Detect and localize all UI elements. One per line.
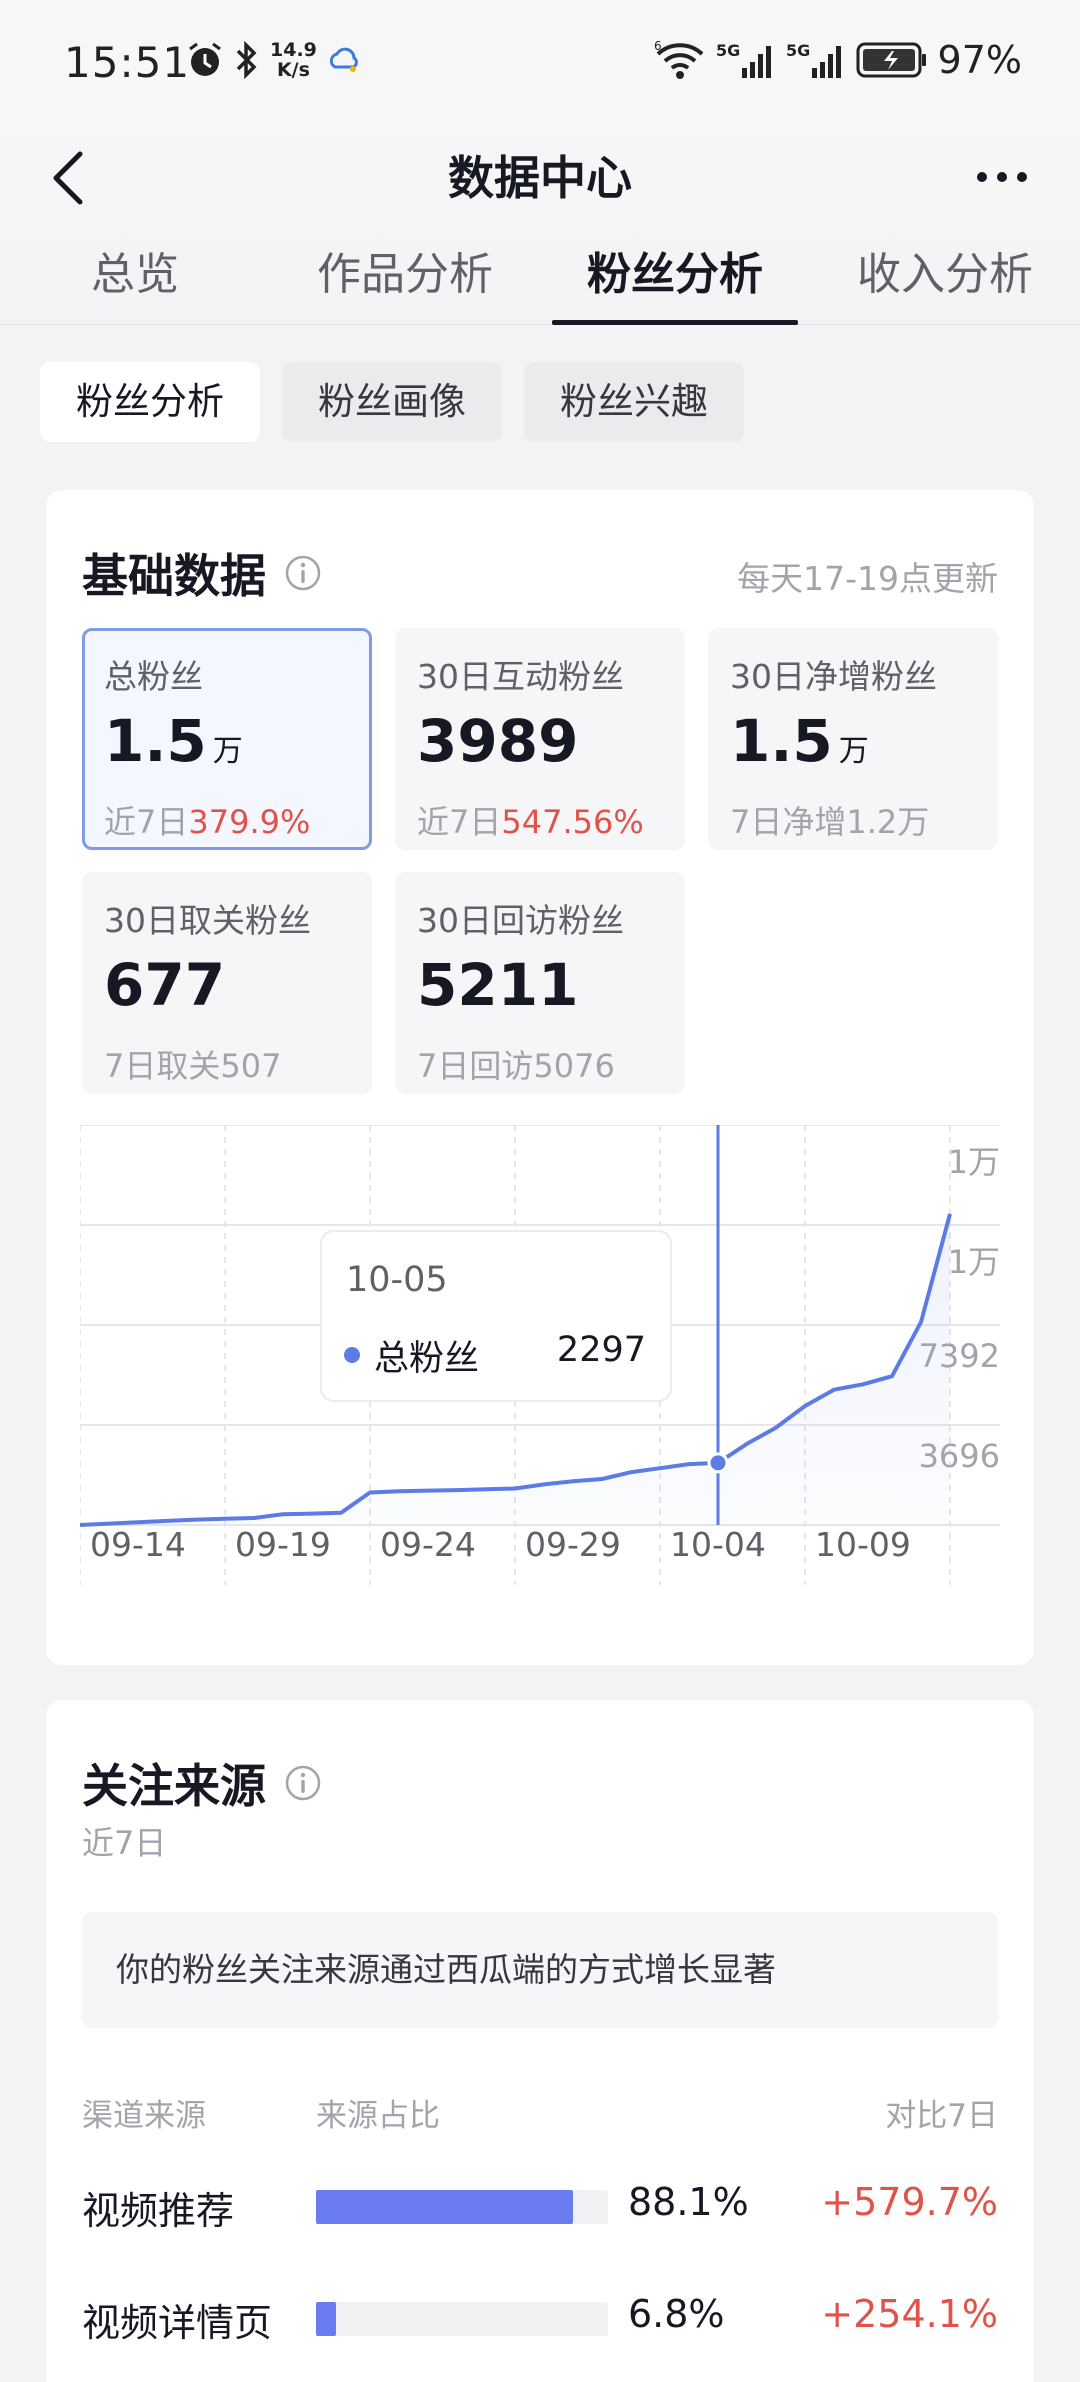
metric-sub: 近7日379.9% [104,803,311,841]
metric-total-fans[interactable]: 总粉丝 1.5 万 近7日379.9% [82,628,372,850]
tab-overview[interactable]: 总览 [0,220,270,325]
insight-banner: 你的粉丝关注来源通过西瓜端的方式增长显著 [82,1912,998,2028]
tooltip-series-name: 总粉丝 [374,1339,480,1379]
metric-value: 1.5 万 [104,707,243,775]
alarm-icon [189,42,221,76]
header: 数据中心 总览 作品分析 粉丝分析 收入分析 [0,120,1080,325]
x-tick-label: 09-19 [235,1525,331,1564]
metric-growth: 547.56% [501,803,644,841]
row-compare: +579.7% [821,2180,998,2224]
bluetooth-icon [236,41,257,79]
signal-5g-icon: 5G [786,41,841,78]
metric-value: 677 [104,951,226,1019]
x-tick-label: 09-29 [525,1525,621,1564]
x-tick-label: 10-04 [670,1525,766,1564]
follow-source-card: 关注来源 近7日 你的粉丝关注来源通过西瓜端的方式增长显著 渠道来源 来源占比 … [46,1700,1034,2382]
metric-sub: 7日回访5076 [417,1047,615,1085]
net-speed: 14.9 K/s [270,39,317,81]
x-tick-label: 09-14 [90,1525,186,1564]
share-bar-fill [316,2302,336,2336]
metric-label: 30日互动粉丝 [417,657,624,696]
basic-data-card: 基础数据 每天17-19点更新 总粉丝 1.5 万 近7日379.9% 30日互动… [46,490,1034,1665]
row-compare: +254.1% [821,2292,998,2336]
svg-text:5G: 5G [786,41,810,60]
y-tick-label: 1万 [947,1243,1000,1281]
metric-interactive-fans[interactable]: 30日互动粉丝 3989 近7日547.56% [395,628,685,850]
header-compare: 对比7日 [885,2098,998,2134]
metric-unfollow-fans[interactable]: 30日取关粉丝 677 7日取关507 [82,872,372,1094]
status-time: 15:51 [64,38,191,87]
page-title: 数据中心 [448,151,632,205]
metric-value: 1.5 万 [730,707,869,775]
tooltip-legend-dot [344,1347,360,1363]
metric-return-fans[interactable]: 30日回访粉丝 5211 7日回访5076 [395,872,685,1094]
battery-percent: 97% [937,38,1022,82]
metric-sub: 7日取关507 [104,1047,282,1085]
tab-income-analysis[interactable]: 收入分析 [810,220,1080,325]
header-share: 来源占比 [316,2098,440,2134]
tooltip-value: 2297 [556,1330,646,1370]
subtab-fans-analysis[interactable]: 粉丝分析 [40,362,260,442]
subtab-fans-interest[interactable]: 粉丝兴趣 [524,362,744,442]
metric-label: 总粉丝 [104,657,203,696]
main-tabs: 总览 作品分析 粉丝分析 收入分析 [0,220,1080,325]
fans-trend-chart[interactable]: 10-05 总粉丝 2297 3696 7392 1万 1万 09-14 09-19 09-… [80,1125,1000,1595]
y-tick-label: 7392 [918,1337,1000,1375]
chart-tooltip: 10-05 总粉丝 2297 [320,1230,672,1402]
subtab-fans-profile[interactable]: 粉丝画像 [282,362,502,442]
svg-text:5G: 5G [716,41,740,60]
row-channel-label: 视频推荐 [82,2189,235,2233]
tab-fans-analysis[interactable]: 粉丝分析 [540,220,810,325]
highlight-point [707,1452,729,1474]
basic-data-title: 基础数据 [82,540,322,606]
period-label: 近7日 [82,1824,167,1862]
status-bar: 15:51 14.9 K/s 6 5G 5G 97% [0,0,1080,120]
status-icons-right: 6 5G 5G 97% [654,38,1022,82]
y-tick-label: 1万 [947,1143,1000,1181]
metric-sub: 近7日547.56% [417,803,644,841]
row-share-pct: 88.1% [628,2180,749,2224]
share-bar-fill [316,2190,574,2224]
basic-data-title-text: 基础数据 [82,549,266,603]
info-icon[interactable] [284,1764,322,1802]
info-icon[interactable] [284,554,322,592]
metric-value: 5211 [417,951,579,1019]
tab-works-analysis[interactable]: 作品分析 [270,220,540,325]
more-icon[interactable] [974,152,1030,202]
row-channel-label: 视频详情页 [82,2301,273,2345]
metric-net-fans[interactable]: 30日净增粉丝 1.5 万 7日净增1.2万 [708,628,998,850]
update-note: 每天17-19点更新 [737,559,998,598]
sub-tabs: 粉丝分析 粉丝画像 粉丝兴趣 [40,362,744,442]
header-channel: 渠道来源 [82,2098,206,2134]
metric-label: 30日取关粉丝 [104,901,311,940]
wifi-icon: 6 [654,40,703,79]
signal-5g-icon: 5G [716,41,771,78]
metric-value: 3989 [417,707,579,775]
cloud-icon [329,47,358,72]
metric-unit: 万 [212,734,243,769]
status-icons-left: 14.9 K/s [186,40,361,80]
svg-text:6: 6 [654,40,662,53]
share-bar-track [316,2190,608,2224]
y-tick-label: 3696 [918,1437,1000,1475]
x-tick-label: 09-24 [380,1525,476,1564]
battery-charging-icon [856,42,926,78]
metric-growth: 379.9% [188,803,311,841]
x-tick-label: 10-09 [815,1525,911,1564]
follow-source-title: 关注来源 [82,1750,322,1816]
metric-label: 30日净增粉丝 [730,657,937,696]
row-share-pct: 6.8% [628,2292,725,2336]
metric-unit: 万 [838,734,869,769]
metric-sub: 7日净增1.2万 [730,803,930,841]
share-bar-track [316,2302,608,2336]
metric-label: 30日回访粉丝 [417,901,624,940]
tooltip-date: 10-05 [346,1260,448,1300]
follow-source-title-text: 关注来源 [82,1759,266,1813]
